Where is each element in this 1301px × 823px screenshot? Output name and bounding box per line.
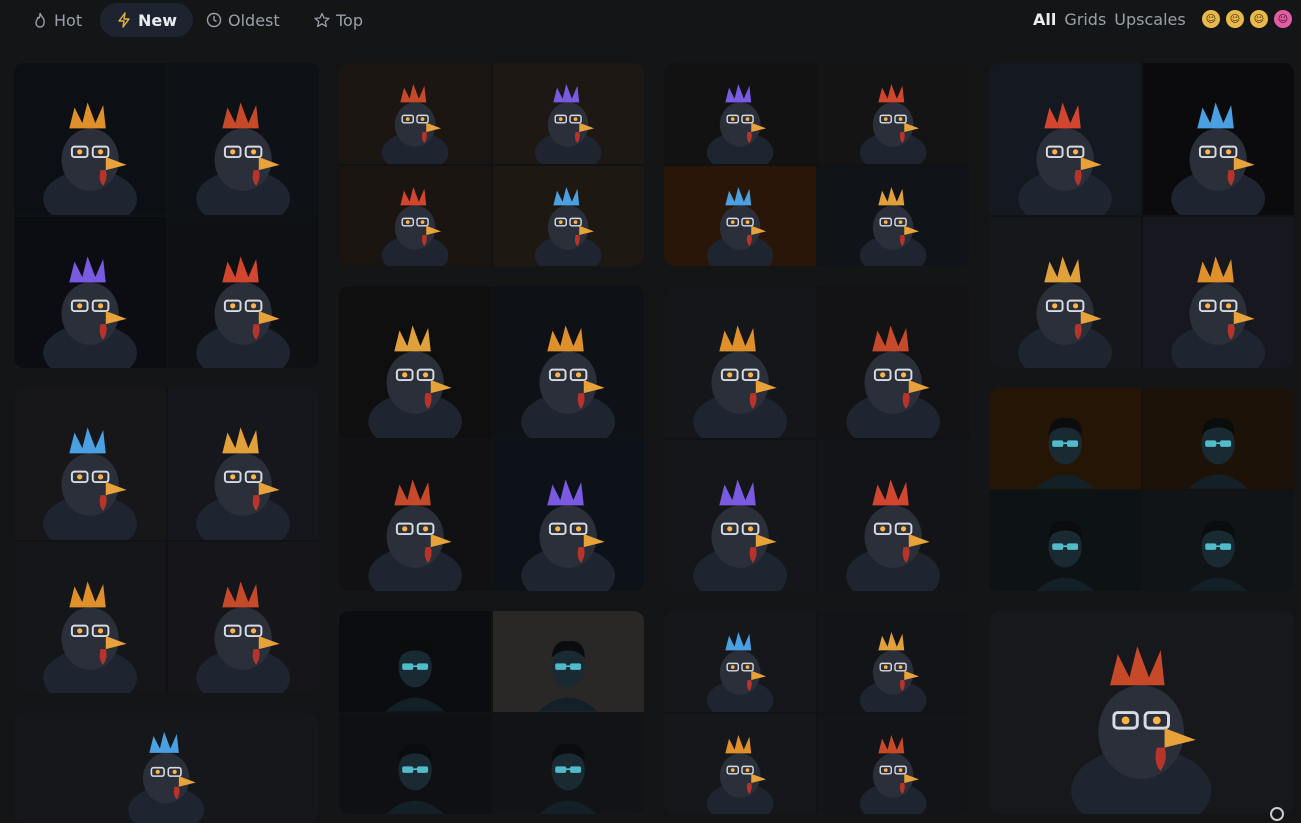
- rooster-portrait-image[interactable]: [14, 63, 166, 215]
- tab-new-label: New: [138, 10, 178, 30]
- image-grid-card[interactable]: [664, 286, 969, 591]
- rooster-portrait-image[interactable]: [664, 165, 816, 266]
- rooster-portrait-image[interactable]: [817, 286, 969, 438]
- rooster-portrait-image[interactable]: [14, 388, 166, 540]
- filter-all[interactable]: All: [1033, 10, 1056, 29]
- rooster-portrait-image[interactable]: [339, 165, 491, 266]
- rooster-portrait-image[interactable]: [664, 439, 816, 591]
- image-upscale-card[interactable]: [989, 611, 1294, 814]
- image-grid-card[interactable]: [989, 388, 1294, 591]
- clock-icon: [206, 12, 222, 28]
- rooster-portrait-image[interactable]: [1142, 63, 1294, 215]
- rooster-portrait-image[interactable]: [989, 216, 1141, 368]
- man-portrait-image[interactable]: [492, 713, 644, 814]
- flame-icon: [35, 12, 45, 28]
- image-grid-card[interactable]: [14, 63, 319, 368]
- image-grid-card[interactable]: [14, 388, 319, 693]
- tab-hot[interactable]: Hot: [16, 3, 98, 37]
- rooster-portrait-image[interactable]: [817, 611, 969, 712]
- rooster-portrait-image[interactable]: [167, 63, 319, 215]
- tab-top-label: Top: [336, 10, 363, 30]
- image-grid-card[interactable]: [664, 63, 969, 266]
- rooster-portrait-image[interactable]: [817, 63, 969, 164]
- man-portrait-image[interactable]: [339, 713, 491, 814]
- rooster-portrait-image[interactable]: [492, 165, 644, 266]
- top-bar: Hot New Oldest Top All Grids Upscales ☺ …: [0, 0, 1301, 44]
- image-grid-card[interactable]: [339, 286, 644, 591]
- rooster-portrait-image[interactable]: [492, 63, 644, 164]
- rooster-portrait-image[interactable]: [989, 63, 1141, 215]
- tab-hot-label: Hot: [54, 10, 83, 30]
- image-grid-card[interactable]: [339, 611, 644, 814]
- image-grid-card[interactable]: [989, 63, 1294, 368]
- man-portrait-image[interactable]: [989, 388, 1141, 489]
- bolt-icon: [118, 12, 130, 28]
- rooster-portrait-image[interactable]: [817, 165, 969, 266]
- rooster-portrait-image[interactable]: [339, 63, 491, 164]
- image-grid-card[interactable]: [339, 63, 644, 266]
- grin-emoji-icon[interactable]: ☺: [1202, 10, 1220, 28]
- filter-grids[interactable]: Grids: [1064, 10, 1106, 29]
- rooster-portrait-image[interactable]: [817, 439, 969, 591]
- laugh-emoji-icon[interactable]: ☺: [1250, 10, 1268, 28]
- rooster-portrait-image[interactable]: [989, 611, 1294, 814]
- rooster-portrait-image[interactable]: [14, 541, 166, 693]
- tab-new[interactable]: New: [100, 3, 194, 37]
- cool-emoji-icon[interactable]: ☺: [1226, 10, 1244, 28]
- rooster-portrait-image[interactable]: [14, 216, 166, 368]
- man-portrait-image[interactable]: [989, 490, 1141, 591]
- image-upscale-card[interactable]: [14, 713, 319, 823]
- rooster-portrait-image[interactable]: [14, 713, 319, 823]
- rooster-portrait-image[interactable]: [167, 388, 319, 540]
- tab-oldest-label: Oldest: [228, 10, 280, 30]
- rooster-portrait-image[interactable]: [1142, 216, 1294, 368]
- filter-upscales[interactable]: Upscales: [1114, 10, 1185, 29]
- rooster-portrait-image[interactable]: [664, 611, 816, 712]
- man-portrait-image[interactable]: [492, 611, 644, 712]
- tab-top[interactable]: Top: [298, 3, 379, 37]
- rooster-portrait-image[interactable]: [492, 439, 644, 591]
- tab-oldest[interactable]: Oldest: [190, 3, 296, 37]
- rooster-portrait-image[interactable]: [664, 713, 816, 814]
- rooster-portrait-image[interactable]: [664, 286, 816, 438]
- rooster-portrait-image[interactable]: [664, 63, 816, 164]
- rooster-portrait-image[interactable]: [167, 541, 319, 693]
- man-portrait-image[interactable]: [339, 611, 491, 712]
- type-filter: All Grids Upscales: [1033, 10, 1186, 29]
- rooster-portrait-image[interactable]: [492, 286, 644, 438]
- scroll-indicator-icon[interactable]: [1270, 807, 1284, 821]
- reaction-filters: ☺ ☺ ☺ ☺: [1202, 10, 1292, 28]
- devil-emoji-icon[interactable]: ☺: [1274, 10, 1292, 28]
- man-portrait-image[interactable]: [1142, 490, 1294, 591]
- man-portrait-image[interactable]: [1142, 388, 1294, 489]
- rooster-portrait-image[interactable]: [339, 439, 491, 591]
- rooster-portrait-image[interactable]: [339, 286, 491, 438]
- image-grid-card[interactable]: [664, 611, 969, 814]
- star-icon: [314, 12, 330, 28]
- rooster-portrait-image[interactable]: [817, 713, 969, 814]
- rooster-portrait-image[interactable]: [167, 216, 319, 368]
